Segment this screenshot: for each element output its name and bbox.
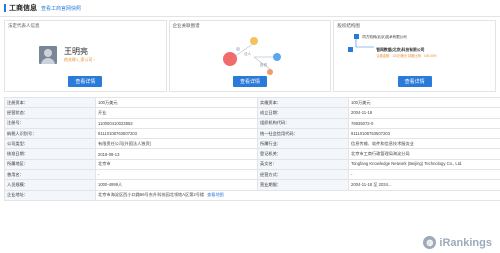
field-value: 100万美元 [348, 96, 500, 109]
field-label: 统一社会信用代码： [257, 127, 349, 140]
field-value: - [348, 169, 500, 181]
field-value: 开业 [95, 107, 258, 119]
section-marker [4, 4, 6, 12]
field-label: 企业地址： [4, 189, 96, 201]
graph-edge-label: 法人 [244, 51, 251, 56]
avatar [39, 46, 57, 64]
summary-panels: 法定代表人信息 王明亮 他关联1_家公司 › 查看详情 企业关联图谱 法人 投资… [4, 20, 497, 92]
graph-node-person [222, 52, 237, 66]
field-value: 76935072-0 [348, 117, 500, 129]
field-value: 1000-4999人 [95, 179, 258, 191]
field-label: 经营状态： [4, 107, 96, 119]
field-label: 所属地区： [4, 158, 96, 171]
field-value: 110000410023853 [95, 117, 258, 129]
shareholder-panel: 股权结构图 同方知网(北京)技术有限公司 智网数据(北京)科技有限公司 认缴金额… [333, 20, 497, 92]
field-value: 2018-08-13 [95, 148, 258, 160]
field-label: 英文名： [257, 158, 349, 171]
table-row: 企业地址： 北京市海淀区西小口路66号东升科技园北领地A区第2号楼 查看地图 [4, 189, 500, 201]
legal-rep-name[interactable]: 王明亮 [64, 46, 88, 57]
watermark-logo-icon: ◍ [423, 236, 437, 249]
graph-edge-label: 投资 [260, 62, 268, 67]
table-row: 核准日期： 2018-08-13 登记机关： 北京市工商行政管理局海淀分局 [4, 148, 500, 160]
graph-panel: 企业关联图谱 法人 投资 查看详情 [168, 20, 332, 92]
table-row: 所属地区： 北京市 英文名： Tongfang Knowledge Network (… [4, 158, 500, 171]
field-label: 注册资本： [4, 96, 96, 109]
field-label: 所属行业： [257, 138, 349, 150]
field-value: 2004-11-18 至 2034... [348, 179, 500, 191]
business-info-table: 注册资本： 100万美元 实缴资本： 100万美元 经营状态： 开业 成立日期： 2004-… [4, 96, 500, 201]
field-label: 人员规模： [4, 179, 96, 191]
table-row: 曾用名： - 经营方式： - [4, 169, 500, 181]
legal-rep-panel: 法定代表人信息 王明亮 他关联1_家公司 › 查看详情 [4, 20, 167, 92]
table-row: 公司类型： 有限责任公司(外国法人独资) 所属行业： 信息传输、软件和信息技术服务业 [4, 138, 500, 150]
field-label: 实缴资本： [257, 96, 349, 109]
field-label: 登记机关： [257, 148, 349, 160]
section-header: 工商信息 查看工商官网快照 [0, 0, 500, 17]
graph-node-company [266, 69, 273, 75]
field-label: 注册号： [4, 117, 96, 129]
field-label: 经营方式： [257, 169, 349, 181]
table-row: 经营状态： 开业 成立日期： 2004-11-18 [4, 107, 500, 119]
field-label: 核准日期： [4, 148, 96, 160]
field-value: 100万美元 [95, 96, 258, 109]
related-companies-link[interactable]: 他关联1_家公司 › [64, 57, 95, 63]
table-row: 人员规模： 1000-4999人 营业期限： 2004-11-18 至 2034... [4, 179, 500, 191]
table-row: 纳税人识别号： 91110108763507203 统一社会信用代码： 9111010… [4, 127, 500, 140]
field-value: Tongfang Knowledge Network (Beijing) Tec… [348, 158, 500, 171]
watermark-text: iRankings [439, 236, 492, 249]
field-label: 成立日期： [257, 107, 349, 119]
field-value: 信息传输、软件和信息技术服务业 [348, 138, 500, 150]
field-value: - [95, 169, 258, 181]
table-row: 注册号： 110000410023853 组织机构代码： 76935072-0 [4, 117, 500, 129]
table-row: 注册资本： 100万美元 实缴资本： 100万美元 [4, 96, 500, 109]
field-value: 北京市工商行政管理局海淀分局 [348, 148, 500, 160]
graph-detail-button[interactable]: 查看详情 [232, 76, 268, 87]
field-label: 曾用名： [4, 169, 96, 181]
legal-rep-detail-button[interactable]: 查看详情 [68, 76, 103, 87]
address-value: 北京市海淀区西小口路66号东升科技园北领地A区第2号楼 查看地图 [95, 189, 500, 201]
field-label: 组织机构代码： [257, 117, 349, 129]
field-value: 有限责任公司(外国法人独资) [95, 138, 258, 150]
field-label: 营业期限： [257, 179, 349, 191]
graph-node-company [272, 53, 281, 61]
section-title: 工商信息 [9, 5, 37, 12]
graph-node-company [249, 37, 258, 45]
field-value: 91110108763507203 [348, 127, 500, 140]
legal-rep-title: 法定代表人信息 [8, 23, 40, 28]
view-map-link[interactable]: 查看地图 [207, 192, 224, 197]
shareholding-info: 认缴金额：100万美元 持股比例：100.00% [376, 54, 437, 58]
field-value: 北京市 [95, 158, 258, 171]
field-label: 公司类型： [4, 138, 96, 150]
watermark: ◍ iRankings [423, 236, 492, 249]
shareholder-detail-button[interactable]: 查看详情 [397, 76, 432, 87]
official-snapshot-link[interactable]: 查看工商官网快照 [41, 5, 81, 12]
address-text: 北京市海淀区西小口路66号东升科技园北领地A区第2号楼 [98, 192, 205, 198]
field-value: 2004-11-18 [348, 107, 500, 119]
field-label: 纳税人识别号： [4, 127, 96, 140]
field-value: 91110108763507203 [95, 127, 258, 140]
graph-node-small [235, 47, 240, 51]
shareholder-name[interactable]: 同方知网(北京)技术有限公司 [362, 35, 406, 40]
